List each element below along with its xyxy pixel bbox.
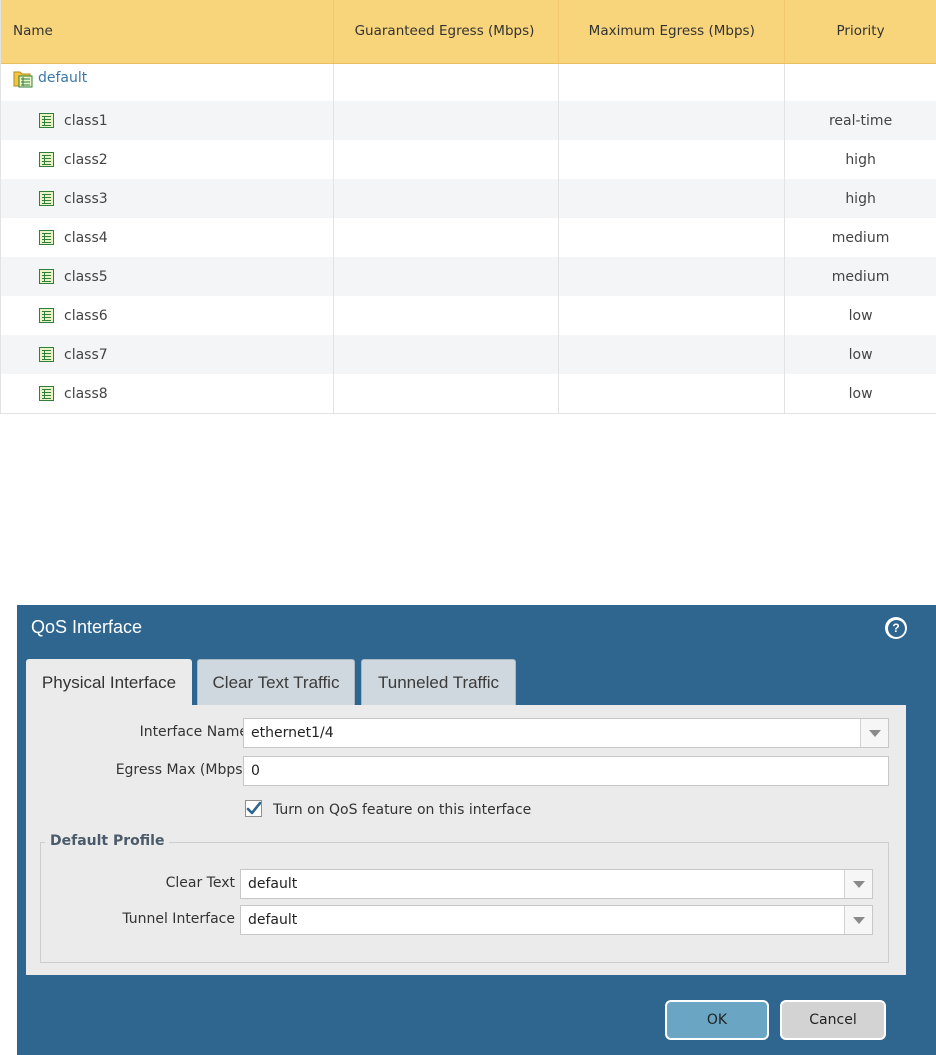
cell-priority xyxy=(785,64,936,101)
cell-name: default xyxy=(1,64,334,101)
qos-profile-table: Name Guaranteed Egress (Mbps) Maximum Eg… xyxy=(0,0,936,414)
cell-guaranteed-egress xyxy=(334,335,560,374)
grid-icon xyxy=(39,386,54,401)
table-row[interactable]: class6 low xyxy=(1,296,936,335)
qos-feature-label[interactable]: Turn on QoS feature on this interface xyxy=(273,802,531,818)
cell-guaranteed-egress xyxy=(334,101,560,140)
cell-guaranteed-egress xyxy=(334,140,560,179)
cell-name: class8 xyxy=(1,374,334,413)
table-row[interactable]: class7 low xyxy=(1,335,936,374)
default-profile-group xyxy=(40,842,889,963)
profile-name-link[interactable]: default xyxy=(38,70,87,86)
folder-grid-icon xyxy=(13,70,34,88)
qos-feature-checkbox[interactable] xyxy=(245,800,262,817)
tab-physical-interface[interactable]: Physical Interface xyxy=(26,659,192,706)
cell-guaranteed-egress xyxy=(334,64,560,101)
clear-text-label: Clear Text xyxy=(165,875,235,891)
cell-maximum-egress xyxy=(559,101,786,140)
chevron-down-icon[interactable] xyxy=(844,870,872,898)
tunnel-interface-select[interactable]: default xyxy=(240,905,873,935)
grid-icon xyxy=(39,113,54,128)
class-name[interactable]: class8 xyxy=(64,386,108,402)
cancel-button[interactable]: Cancel xyxy=(780,1000,886,1040)
cell-name: class5 xyxy=(1,257,334,296)
cell-name: class4 xyxy=(1,218,334,257)
tunnel-interface-label: Tunnel Interface xyxy=(122,911,235,927)
qos-interface-dialog: QoS Interface ? Physical Interface Clear… xyxy=(17,605,936,1055)
cell-priority: high xyxy=(845,151,876,168)
class-name[interactable]: class5 xyxy=(64,269,108,285)
cell-maximum-egress xyxy=(559,296,786,335)
interface-name-value: ethernet1/4 xyxy=(251,725,334,741)
column-header-maximum-egress[interactable]: Maximum Egress (Mbps) xyxy=(559,0,786,63)
cell-priority: low xyxy=(848,307,873,324)
class-name[interactable]: class3 xyxy=(64,191,108,207)
ok-button[interactable]: OK xyxy=(665,1000,769,1040)
cell-guaranteed-egress xyxy=(334,296,560,335)
cell-maximum-egress xyxy=(559,374,786,413)
cell-priority: real-time xyxy=(828,112,893,129)
column-header-priority[interactable]: Priority xyxy=(785,0,936,63)
cell-priority: high xyxy=(845,190,876,207)
column-header-name[interactable]: Name xyxy=(1,0,334,63)
class-name[interactable]: class4 xyxy=(64,230,108,246)
cell-maximum-egress xyxy=(559,64,786,101)
cell-maximum-egress xyxy=(559,257,786,296)
cell-maximum-egress xyxy=(559,140,786,179)
cell-priority: low xyxy=(848,346,873,363)
interface-name-select[interactable]: ethernet1/4 xyxy=(243,718,889,748)
cell-guaranteed-egress xyxy=(334,218,560,257)
chevron-down-icon[interactable] xyxy=(860,719,888,747)
grid-icon xyxy=(39,230,54,245)
tab-clear-text-traffic[interactable]: Clear Text Traffic xyxy=(197,659,355,705)
cell-name: class6 xyxy=(1,296,334,335)
grid-icon xyxy=(39,308,54,323)
physical-interface-panel: Interface Name ethernet1/4 Egress Max (M… xyxy=(26,705,906,975)
class-name[interactable]: class2 xyxy=(64,152,108,168)
grid-icon xyxy=(39,347,54,362)
table-row[interactable]: class4 medium xyxy=(1,218,936,257)
interface-name-label: Interface Name xyxy=(139,724,248,740)
cell-maximum-egress xyxy=(559,335,786,374)
default-profile-legend: Default Profile xyxy=(45,833,170,849)
table-row[interactable]: class3 high xyxy=(1,179,936,218)
grid-icon xyxy=(39,269,54,284)
cell-maximum-egress xyxy=(559,179,786,218)
grid-icon xyxy=(39,152,54,167)
cell-maximum-egress xyxy=(559,218,786,257)
table-row[interactable]: class1 real-time xyxy=(1,101,936,140)
cell-name: class3 xyxy=(1,179,334,218)
chevron-down-icon[interactable] xyxy=(844,906,872,934)
dialog-title: QoS Interface xyxy=(31,617,143,637)
clear-text-select[interactable]: default xyxy=(240,869,873,899)
table-row[interactable]: class2 high xyxy=(1,140,936,179)
checkmark-icon xyxy=(246,801,261,815)
tab-tunneled-traffic[interactable]: Tunneled Traffic xyxy=(361,659,516,705)
egress-max-input[interactable]: 0 xyxy=(243,756,889,786)
grid-icon xyxy=(39,191,54,206)
column-header-guaranteed-egress[interactable]: Guaranteed Egress (Mbps) xyxy=(334,0,560,63)
cell-name: class2 xyxy=(1,140,334,179)
clear-text-value: default xyxy=(248,876,298,892)
cell-guaranteed-egress xyxy=(334,257,560,296)
class-name[interactable]: class6 xyxy=(64,308,108,324)
cell-guaranteed-egress xyxy=(334,179,560,218)
cell-priority: medium xyxy=(831,268,890,285)
table-row[interactable]: class5 medium xyxy=(1,257,936,296)
table-header: Name Guaranteed Egress (Mbps) Maximum Eg… xyxy=(1,0,936,64)
table-row[interactable]: class8 low xyxy=(1,374,936,413)
table-row-default[interactable]: default xyxy=(1,64,936,101)
cell-priority: low xyxy=(848,385,873,402)
egress-max-value: 0 xyxy=(251,763,260,779)
cell-name: class1 xyxy=(1,101,334,140)
help-icon[interactable]: ? xyxy=(885,617,907,639)
egress-max-label: Egress Max (Mbps) xyxy=(115,762,248,778)
class-name[interactable]: class1 xyxy=(64,113,108,129)
class-name[interactable]: class7 xyxy=(64,347,108,363)
table-body: default class1 real-time class2 high class3 h… xyxy=(1,64,936,414)
cell-guaranteed-egress xyxy=(334,374,560,413)
tunnel-interface-value: default xyxy=(248,912,298,928)
cell-priority: medium xyxy=(831,229,890,246)
cell-name: class7 xyxy=(1,335,334,374)
